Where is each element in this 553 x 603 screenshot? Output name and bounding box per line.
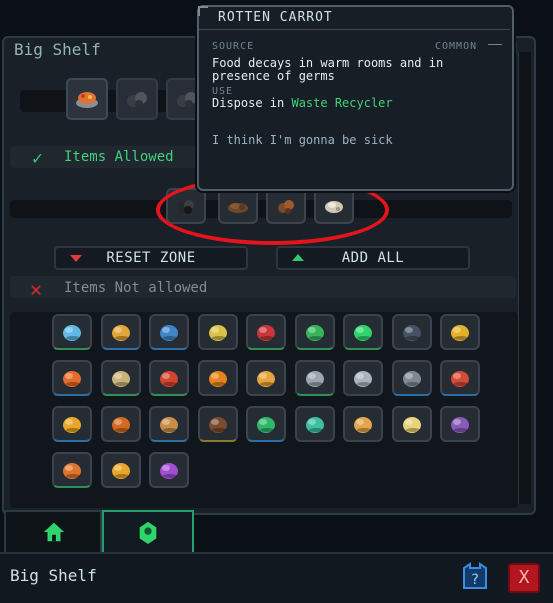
not-allowed-item[interactable] — [440, 406, 480, 442]
not-allowed-item[interactable] — [100, 406, 141, 442]
down-triangle-icon — [70, 255, 82, 262]
not-allowed-item[interactable] — [52, 314, 92, 350]
crew-icon — [139, 521, 157, 544]
footer-title: Big Shelf — [10, 566, 97, 585]
berries-icon — [257, 325, 275, 341]
reset-zone-label: RESET ZONE — [106, 250, 196, 266]
tooltip-use-target: Waste Recycler — [291, 96, 393, 110]
tooltip-description: Food decays in warm rooms and in presenc… — [212, 56, 444, 83]
category-tab-food[interactable] — [66, 78, 108, 120]
not-allowed-item[interactable] — [197, 314, 238, 350]
not-allowed-item[interactable] — [100, 314, 141, 350]
rocks-icon — [127, 92, 147, 108]
grey-canister-icon — [305, 371, 324, 387]
up-triangle-icon — [292, 254, 304, 261]
not-allowed-item[interactable] — [294, 406, 335, 442]
cooking-pot-icon — [160, 417, 178, 433]
close-button[interactable]: X — [508, 563, 540, 593]
gold-bars-icon — [63, 417, 81, 433]
gray-block-icon — [402, 371, 421, 387]
not-allowed-item[interactable] — [246, 314, 286, 350]
bottom-tabs — [0, 510, 553, 552]
not-allowed-item[interactable] — [391, 406, 432, 442]
purple-ore-icon — [451, 417, 469, 433]
coffee-cup-icon — [208, 417, 227, 433]
reset-zone-button[interactable]: RESET ZONE — [54, 246, 248, 270]
gold-ore-icon — [451, 325, 469, 341]
cross-icon: ✕ — [30, 277, 43, 301]
bread-icon — [354, 417, 372, 433]
check-icon: ✓ — [32, 148, 43, 169]
tooltip-divider — [199, 29, 510, 30]
category-tab-rocks-1[interactable] — [116, 78, 158, 120]
wheat-icon — [208, 325, 227, 341]
not-allowed-item[interactable] — [149, 360, 189, 396]
not-allowed-item[interactable] — [52, 360, 92, 396]
food-tray-icon — [76, 92, 98, 108]
not-allowed-item[interactable] — [391, 314, 432, 350]
tooltip-source-label: SOURCE — [212, 41, 255, 52]
not-allowed-item[interactable] — [246, 360, 286, 396]
orange-canister-icon — [111, 325, 130, 341]
not-allowed-item[interactable] — [52, 406, 92, 442]
not-allowed-item[interactable] — [246, 406, 286, 442]
potion-icon — [305, 417, 324, 433]
add-all-button[interactable]: ADD ALL — [276, 246, 470, 270]
tab-home[interactable] — [4, 510, 102, 552]
scrollbar[interactable] — [518, 52, 531, 504]
tan-scrap-icon — [111, 371, 130, 387]
help-button[interactable]: ? — [460, 562, 490, 592]
tooltip-title: ROTTEN CARROT — [218, 10, 333, 25]
purple-drink-icon — [160, 463, 178, 479]
not-allowed-item[interactable] — [197, 406, 238, 442]
not-allowed-item[interactable] — [440, 314, 480, 350]
not-allowed-item[interactable] — [149, 452, 189, 488]
pizza-slice-icon — [257, 371, 275, 387]
green-canister-icon — [305, 325, 324, 341]
not-allowed-item[interactable] — [294, 360, 335, 396]
steel-chunks-icon — [354, 371, 372, 387]
waffle-icon — [111, 463, 130, 479]
not-allowed-item[interactable] — [100, 360, 141, 396]
home-icon — [43, 522, 65, 542]
not-allowed-item[interactable] — [149, 314, 189, 350]
food-tray-icon — [63, 463, 81, 479]
red-parts-icon — [160, 371, 178, 387]
tooltip-rarity: COMMON — [435, 41, 478, 52]
blue-metal-icon — [63, 325, 81, 341]
medkit-icon — [257, 417, 275, 433]
tooltip-use-prefix: Dispose in — [212, 96, 292, 110]
red-machine-icon — [451, 371, 469, 387]
panel-title: Big Shelf — [14, 40, 101, 59]
meat-slab-icon — [63, 371, 81, 387]
not-allowed-item[interactable] — [149, 406, 189, 442]
items-allowed-label: Items Allowed — [64, 149, 174, 165]
not-allowed-item[interactable] — [294, 314, 335, 350]
not-allowed-item[interactable] — [440, 360, 480, 396]
not-allowed-item[interactable] — [343, 406, 383, 442]
tab-crew[interactable] — [102, 510, 194, 552]
roast-meat-icon — [111, 417, 130, 433]
not-allowed-item[interactable] — [197, 360, 238, 396]
not-allowed-item[interactable] — [52, 452, 92, 488]
blue-canister-icon — [160, 325, 178, 341]
tooltip-corner — [198, 6, 208, 16]
not-allowed-item[interactable] — [100, 452, 141, 488]
amber-crystal-icon — [208, 371, 227, 387]
not-allowed-item[interactable] — [343, 314, 383, 350]
not-allowed-item[interactable] — [343, 360, 383, 396]
tooltip-rule — [488, 44, 502, 45]
green-crystal-icon — [354, 325, 372, 341]
tooltip-flavor: I think I'm gonna be sick — [212, 133, 393, 147]
tooltip-use: Dispose in Waste Recycler — [212, 97, 482, 110]
help-glyph: ? — [471, 572, 479, 588]
add-all-label: ADD ALL — [341, 250, 405, 266]
items-not-allowed-label: Items Not allowed — [64, 280, 208, 296]
not-allowed-item[interactable] — [391, 360, 432, 396]
dark-ore-icon — [402, 325, 421, 341]
egg-bowl-icon — [402, 417, 421, 433]
